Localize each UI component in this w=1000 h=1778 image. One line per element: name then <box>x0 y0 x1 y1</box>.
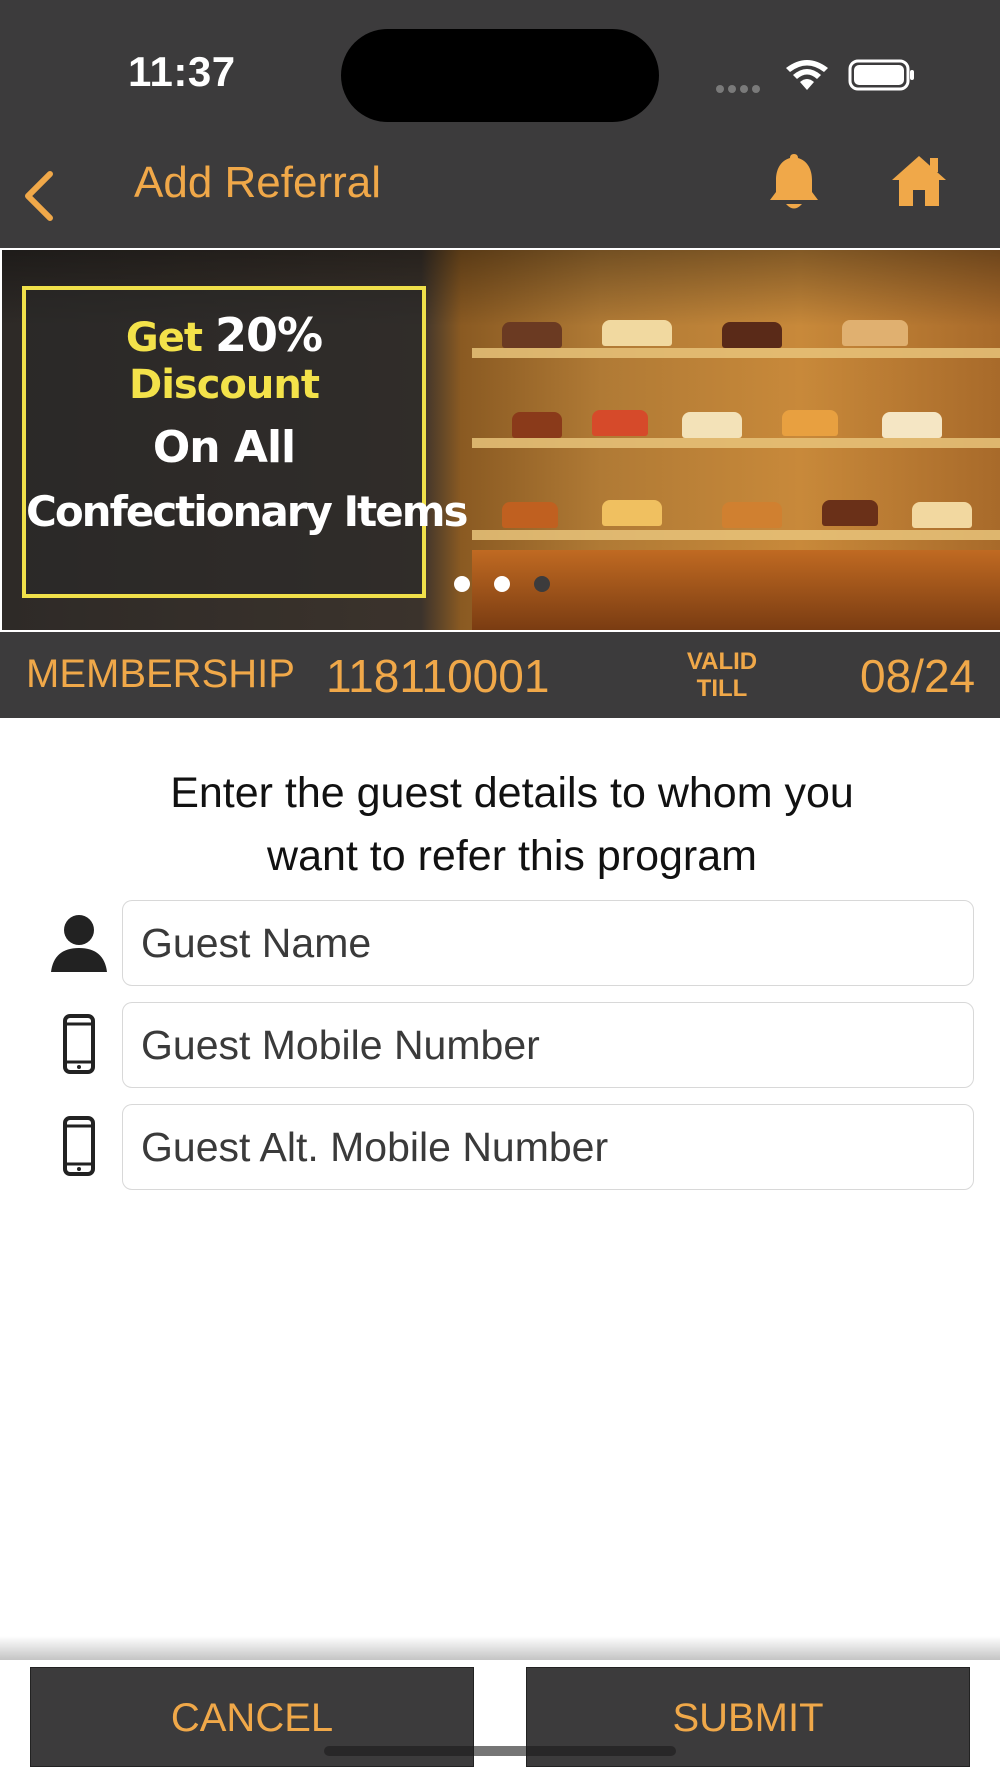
pastry <box>502 322 562 348</box>
pastry <box>722 322 782 348</box>
guest-mobile-input[interactable] <box>122 1002 974 1088</box>
pastry <box>882 412 942 438</box>
instruction-line: Enter the guest details to whom you <box>170 769 854 817</box>
pastry <box>912 502 972 528</box>
back-chevron-icon[interactable] <box>18 166 62 226</box>
promo-banner-carousel[interactable]: Get 20% Discount On All Confectionary It… <box>2 250 1000 630</box>
mobile-phone-icon <box>63 1014 95 1074</box>
bottom-action-bar: CANCEL SUBMIT <box>0 1660 1000 1778</box>
page-dot[interactable] <box>454 576 470 592</box>
page-title: Add Referral <box>134 158 382 207</box>
bottom-bar-shadow <box>0 1636 1000 1662</box>
promo-word-discount: Discount <box>129 362 320 408</box>
guest-alt-mobile-input[interactable] <box>122 1104 974 1190</box>
pastry <box>602 500 662 526</box>
pastry <box>842 320 908 346</box>
form-instruction: Enter the guest details to whom you want… <box>0 762 1000 888</box>
promo-word-get: Get <box>125 315 203 361</box>
valid-till-label: VALID TILL <box>684 648 760 702</box>
display-shelf <box>472 348 1000 358</box>
membership-label: MEMBERSHIP <box>26 652 295 696</box>
dynamic-island <box>341 29 659 122</box>
promo-subline: On All <box>152 422 296 473</box>
valid-label: VALID <box>686 648 758 675</box>
promo-percent: 20% <box>214 308 323 362</box>
carousel-page-indicator[interactable] <box>454 576 574 597</box>
pastry <box>722 502 782 528</box>
guest-alt-mobile-row <box>0 1104 1000 1192</box>
display-shelf <box>472 438 1000 448</box>
page-dot-active[interactable] <box>534 576 550 592</box>
display-shelf <box>472 530 1000 540</box>
status-time: 11:37 <box>128 48 236 95</box>
guest-mobile-row <box>0 1002 1000 1090</box>
navigation-bar: Add Referral <box>0 130 1000 248</box>
pastry <box>822 500 878 526</box>
pastry <box>592 410 648 436</box>
instruction-line: want to refer this program <box>267 832 757 880</box>
pastry <box>512 412 562 438</box>
bell-icon[interactable] <box>764 150 824 214</box>
guest-name-row <box>0 900 1000 988</box>
battery-icon <box>848 59 914 91</box>
page-dot[interactable] <box>494 576 510 592</box>
guest-name-input[interactable] <box>122 900 974 986</box>
pastry <box>682 412 742 438</box>
pastry <box>502 502 558 528</box>
person-icon <box>51 915 107 972</box>
status-bar: 11:37 <box>0 0 1000 130</box>
valid-till-date: 08/24 <box>860 650 976 702</box>
promo-text-box: Get 20% Discount On All Confectionary It… <box>22 286 468 598</box>
wifi-icon <box>786 60 828 90</box>
cellular-signal-icon <box>716 80 764 98</box>
pastry <box>602 320 672 346</box>
pastry <box>782 410 838 436</box>
membership-bar: MEMBERSHIP 118110001 VALID TILL 08/24 <box>0 632 1000 718</box>
promo-headline: Get 20% Discount <box>26 308 422 408</box>
mobile-phone-icon <box>63 1116 95 1176</box>
home-indicator[interactable] <box>324 1746 676 1756</box>
membership-number: 118110001 <box>326 650 550 702</box>
till-label: TILL <box>696 675 748 702</box>
home-icon[interactable] <box>888 150 950 212</box>
promo-items-line: Confectionary Items <box>26 487 468 536</box>
